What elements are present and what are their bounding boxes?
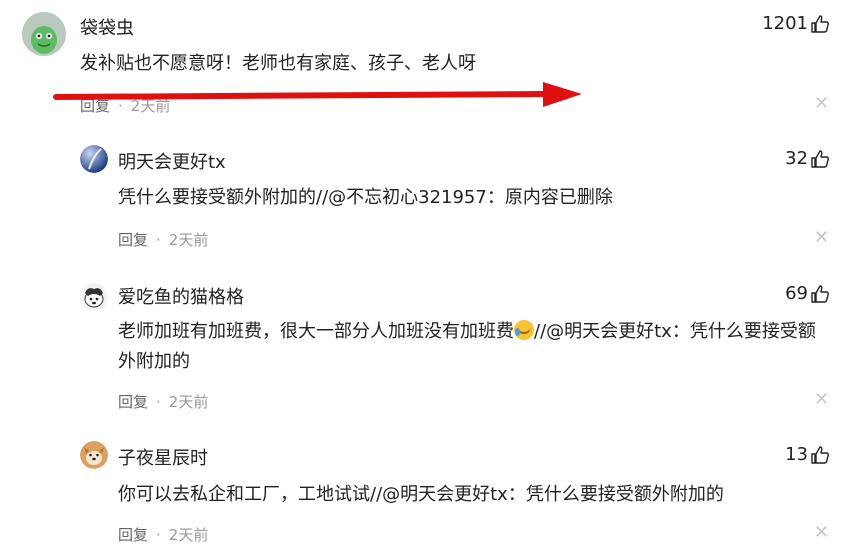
like-button[interactable]: 13: [785, 444, 830, 465]
red-arrow-annotation: [53, 82, 582, 107]
like-count: 69: [785, 283, 808, 304]
like-button[interactable]: 69: [785, 283, 830, 304]
like-button[interactable]: 1201: [762, 13, 830, 34]
like-count: 32: [785, 148, 808, 169]
close-icon[interactable]: ✕: [814, 391, 829, 409]
avatar[interactable]: [80, 441, 108, 469]
thumbs-up-icon: [811, 284, 829, 303]
comment-text: 凭什么要接受额外附加的//@不忘初心321957：原内容已删除: [118, 187, 613, 208]
comment-text: 发补贴也不愿意呀！老师也有家庭、孩子、老人呀: [80, 53, 476, 74]
comment-time: 2天前: [168, 526, 209, 544]
comment-text: 你可以去私企和工厂，工地试试//@明天会更好tx：凭什么要接受额外附加的: [118, 484, 724, 505]
avatar[interactable]: [22, 12, 66, 56]
separator-dot: ·: [156, 230, 161, 249]
comment-meta: 回复 · 2天前: [118, 524, 208, 545]
avatar[interactable]: [80, 145, 108, 173]
like-count: 1201: [762, 13, 808, 34]
avatar[interactable]: [80, 283, 108, 311]
comment-author[interactable]: 明天会更好tx: [118, 148, 226, 174]
green-cartoon-avatar-icon: [22, 12, 66, 56]
thumbs-up-icon: [811, 445, 829, 464]
comment-text: 老师加班有加班费，很大一部分人加班没有加班费//@明天会更好tx：凭什么要接受额…: [118, 317, 830, 377]
comment-text-part: 老师加班有加班费，很大一部分人加班没有加班费: [118, 321, 514, 342]
comment-meta: 回复 · 2天前: [118, 391, 208, 412]
blue-sphere-avatar-icon: [80, 145, 108, 173]
comment-time: 2天前: [168, 231, 209, 249]
crying-laugh-emoji-icon: [514, 320, 534, 340]
comment-time: 2天前: [168, 393, 209, 411]
separator-dot: ·: [156, 392, 161, 411]
close-icon[interactable]: ✕: [814, 524, 829, 542]
comment-author[interactable]: 爱吃鱼的猫格格: [118, 283, 244, 309]
shiba-avatar-icon: [80, 441, 108, 469]
close-icon[interactable]: ✕: [814, 229, 829, 247]
like-count: 13: [785, 444, 808, 465]
reply-button[interactable]: 回复: [118, 391, 148, 412]
reply-button[interactable]: 回复: [118, 524, 148, 545]
reply-button[interactable]: 回复: [118, 229, 148, 250]
comment-meta: 回复 · 2天前: [118, 229, 208, 250]
separator-dot: ·: [156, 525, 161, 544]
dog-avatar-icon: [80, 283, 108, 311]
comment-author[interactable]: 袋袋虫: [80, 14, 134, 40]
thumbs-up-icon: [811, 149, 829, 168]
close-icon[interactable]: ✕: [814, 95, 829, 113]
like-button[interactable]: 32: [785, 148, 830, 169]
thumbs-up-icon: [811, 14, 829, 33]
comment-author[interactable]: 子夜星辰时: [118, 444, 208, 470]
